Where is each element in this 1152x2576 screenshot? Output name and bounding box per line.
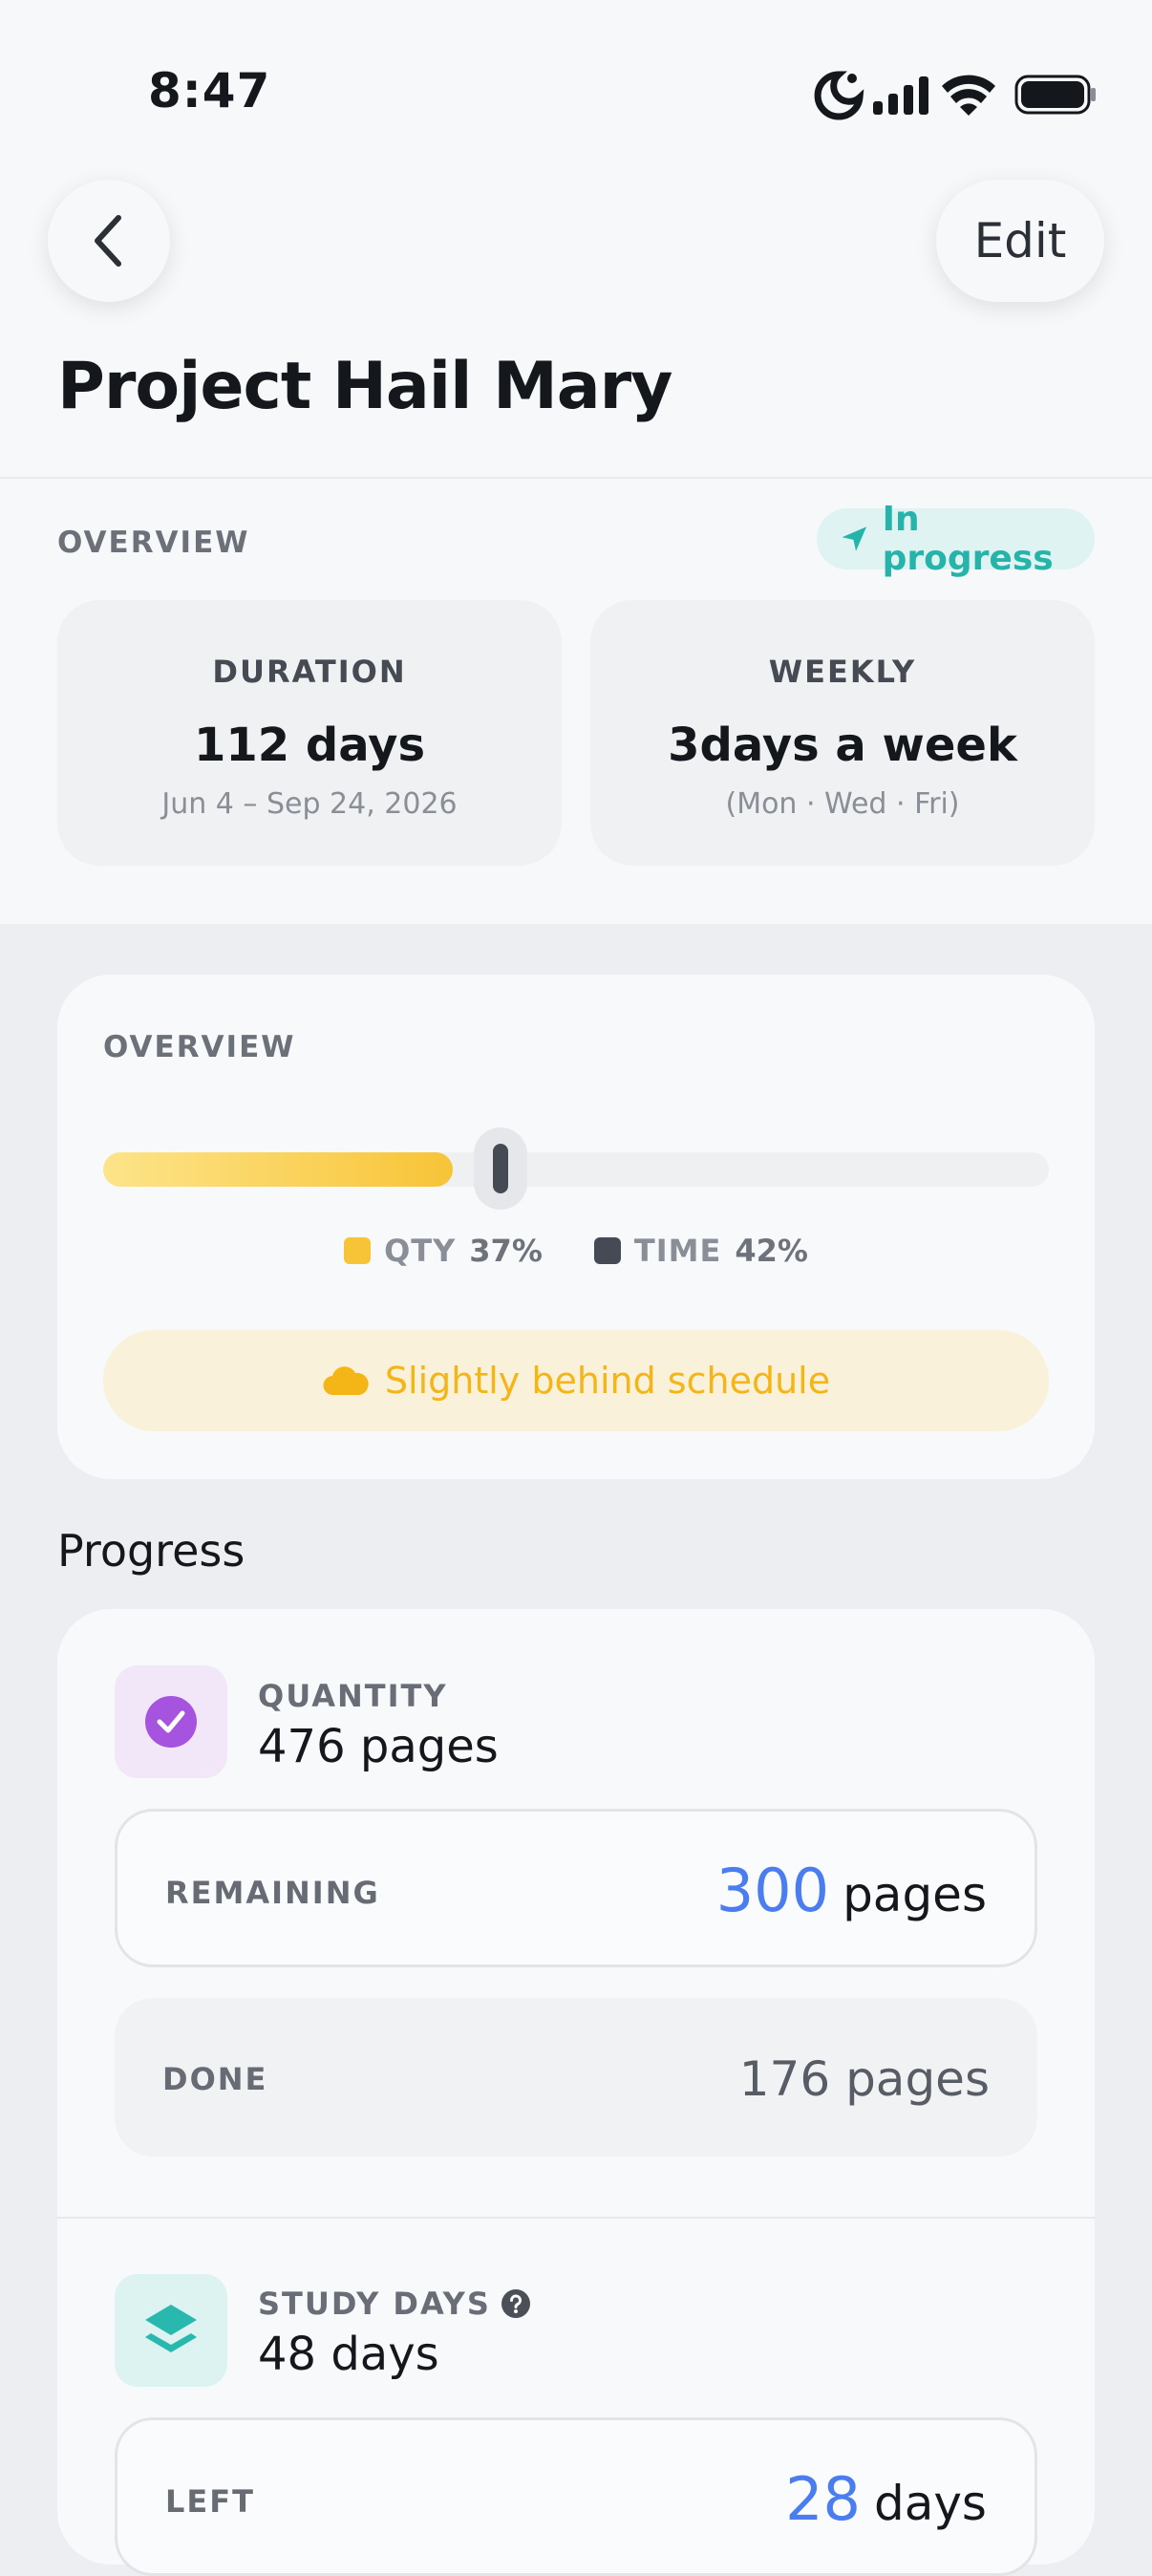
qty-swatch	[344, 1237, 372, 1264]
time-progress-marker	[474, 1127, 527, 1210]
weekly-label: WEEKLY	[768, 654, 917, 690]
legend-time-percent: 42%	[735, 1233, 808, 1269]
overview-card-label: OVERVIEW	[103, 1030, 296, 1064]
quantity-value: 476 pages	[258, 1720, 499, 1773]
days-left-unit: days	[873, 2476, 987, 2531]
status-badge-text: In progress	[882, 500, 1054, 578]
done-row: DONE 176 pages	[115, 1998, 1037, 2157]
question-circle-icon[interactable]	[501, 2288, 531, 2319]
legend-qty-label: QTY	[384, 1233, 457, 1269]
header-divider	[0, 477, 1152, 479]
weekly-card: WEEKLY 3days a week (Mon · Wed · Fri)	[590, 600, 1095, 866]
progress-heading: Progress	[57, 1525, 245, 1577]
days-left-row: LEFT 28 days	[115, 2417, 1037, 2576]
status-icons	[804, 67, 1097, 120]
done-value: 176 pages	[738, 2051, 990, 2107]
cloud-icon	[323, 1366, 369, 1396]
overview-section-label: OVERVIEW	[57, 526, 250, 560]
progress-card-divider	[57, 2217, 1095, 2219]
chevron-left-icon	[95, 215, 121, 267]
days-left-label: LEFT	[165, 2483, 255, 2520]
quantity-label: QUANTITY	[258, 1678, 448, 1714]
weekly-value: 3days a week	[668, 719, 1017, 772]
battery-icon	[1014, 75, 1096, 115]
progress-legend: QTY 37% TIME 42%	[0, 1233, 1152, 1269]
legend-qty-percent: 37%	[469, 1233, 543, 1269]
quantity-progress-fill	[103, 1152, 453, 1187]
schedule-alert: Slightly behind schedule	[103, 1330, 1049, 1431]
focus-moon-icon	[814, 71, 864, 120]
back-button[interactable]	[48, 180, 170, 302]
study-days-label: STUDY DAYS	[258, 2286, 491, 2322]
cellular-signal-icon	[873, 76, 928, 115]
study-days-label-row: STUDY DAYS	[258, 2286, 531, 2322]
duration-label: DURATION	[212, 654, 407, 690]
duration-value: 112 days	[193, 719, 426, 772]
study-days-icon-tile	[115, 2274, 227, 2387]
quantity-icon-tile	[115, 1665, 227, 1778]
time-marker-knob	[493, 1144, 508, 1193]
done-label: DONE	[162, 2061, 268, 2097]
remaining-unit: pages	[843, 1867, 987, 1922]
time-swatch	[593, 1237, 621, 1264]
legend-time: TIME 42%	[593, 1233, 808, 1269]
schedule-alert-text: Slightly behind schedule	[384, 1360, 831, 1402]
remaining-value: 300 pages	[716, 1856, 987, 1925]
wifi-icon	[942, 75, 995, 116]
weekly-days: (Mon · Wed · Fri)	[725, 787, 960, 821]
edit-button[interactable]: Edit	[936, 180, 1104, 302]
remaining-number: 300	[715, 1856, 830, 1925]
page-title: Project Hail Mary	[57, 349, 673, 424]
duration-card: DURATION 112 days Jun 4 – Sep 24, 2026	[57, 600, 562, 866]
remaining-row: REMAINING 300 pages	[115, 1809, 1037, 1967]
navigation-arrow-icon	[842, 526, 867, 551]
check-circle-icon	[145, 1696, 197, 1748]
progress-track	[103, 1152, 1049, 1187]
layers-icon	[145, 2305, 197, 2352]
days-left-value: 28 days	[785, 2464, 987, 2534]
legend-qty: QTY 37%	[344, 1233, 543, 1269]
remaining-label: REMAINING	[165, 1875, 380, 1911]
days-left-number: 28	[785, 2464, 861, 2534]
status-time: 8:47	[148, 63, 271, 118]
status-badge: In progress	[817, 500, 1095, 578]
legend-time-label: TIME	[633, 1233, 722, 1269]
duration-dates: Jun 4 – Sep 24, 2026	[161, 787, 458, 821]
study-days-value: 48 days	[258, 2328, 439, 2381]
